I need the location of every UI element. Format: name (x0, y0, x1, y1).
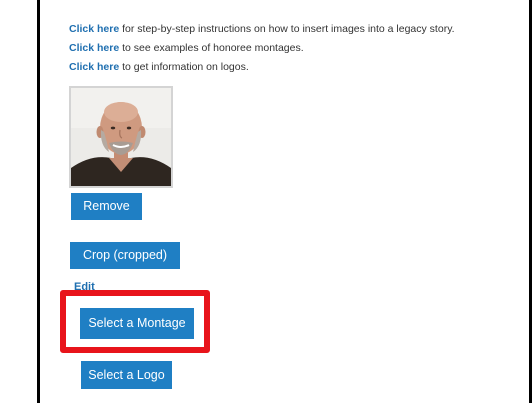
honoree-photo (69, 86, 173, 188)
highlight-box (60, 290, 210, 353)
logos-info-line: Click here to get information on logos. (69, 61, 249, 74)
logos-info-link[interactable]: Click here (69, 61, 119, 73)
portrait-image (71, 88, 171, 186)
remove-button[interactable]: Remove (71, 193, 142, 220)
montage-examples-link[interactable]: Click here (69, 42, 119, 54)
instructions-text: for step-by-step instructions on how to … (119, 23, 455, 35)
crop-button[interactable]: Crop (cropped) (70, 242, 180, 269)
montage-examples-text: to see examples of honoree montages. (119, 42, 304, 54)
logos-info-text: to get information on logos. (119, 61, 249, 73)
instructions-link[interactable]: Click here (69, 23, 119, 35)
select-logo-button[interactable]: Select a Logo (81, 361, 172, 389)
montage-examples-line: Click here to see examples of honoree mo… (69, 42, 304, 55)
instructions-line: Click here for step-by-step instructions… (69, 23, 455, 36)
